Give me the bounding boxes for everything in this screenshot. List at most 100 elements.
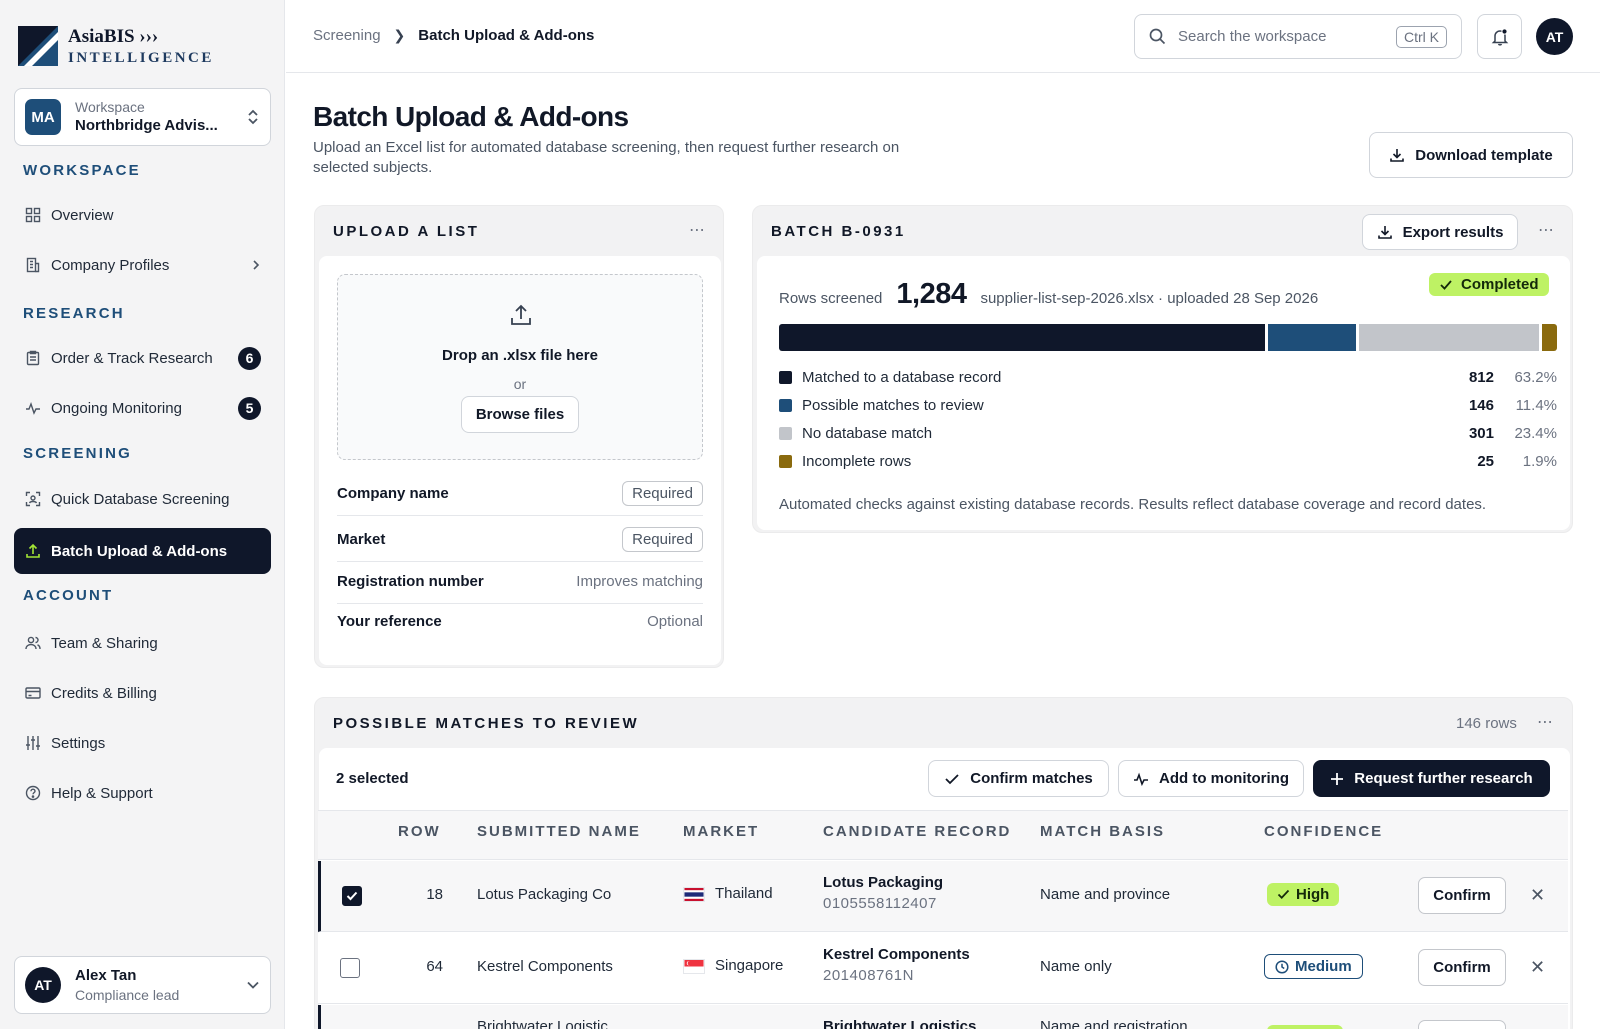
confirm-row-button[interactable]: Confirm — [1418, 877, 1506, 914]
market-cell: Singapore — [683, 957, 783, 974]
legend-label: Matched to a database record — [802, 368, 1002, 386]
confidence-text: High — [1296, 886, 1330, 903]
field-name: Your reference — [337, 612, 442, 630]
search-input[interactable]: Search the workspace Ctrl K — [1134, 14, 1462, 59]
user-role: Compliance lead — [75, 986, 180, 1003]
bar-segment — [1542, 324, 1557, 351]
candidate-record[interactable]: Kestrel Components 201408761N — [823, 946, 970, 984]
sidebar-item-help-support[interactable]: Help & Support — [14, 770, 271, 816]
sidebar-item-company-profiles[interactable]: Company Profiles — [14, 242, 271, 288]
export-results-label: Export results — [1402, 223, 1504, 241]
field-name: Company name — [337, 485, 449, 502]
batch-panel-title: BATCH B-0931 — [771, 223, 906, 240]
bell-icon — [1491, 27, 1508, 46]
field-name: Market — [337, 531, 386, 548]
thailand-flag-icon — [683, 886, 705, 902]
candidate-name: Lotus Packaging — [823, 874, 944, 891]
row-number: 18 — [426, 886, 443, 903]
table-row[interactable]: 64 Kestrel Components Singapore Kestrel … — [318, 933, 1568, 1004]
brand-logo[interactable]: AsiaBIS ››› INTELLIGENCE — [18, 26, 214, 66]
table-row[interactable]: Brightwater Logistic Brightwater Logisti… — [318, 1005, 1568, 1029]
candidate-name: Brightwater Logistics — [823, 1018, 977, 1029]
chevron-updown-icon — [248, 109, 258, 125]
grid-icon — [24, 207, 41, 224]
count-badge: 5 — [238, 396, 261, 420]
sidebar-item-label: Quick Database Screening — [51, 490, 230, 508]
download-template-button[interactable]: Download template — [1369, 132, 1573, 178]
legend-count: 301 — [1468, 424, 1494, 442]
sidebar-item-quick-database-screening[interactable]: Quick Database Screening — [14, 476, 271, 522]
sidebar-item-team-sharing[interactable]: Team & Sharing — [14, 620, 271, 666]
brand-chevrons: ››› — [139, 25, 159, 47]
keyboard-shortcut: Ctrl K — [1396, 25, 1447, 48]
confirm-row-button[interactable] — [1418, 1020, 1506, 1029]
page-subtitle: Upload an Excel list for automated datab… — [313, 139, 900, 176]
workspace-switcher[interactable]: MA Workspace Northbridge Advis... — [14, 88, 271, 146]
download-icon — [1377, 226, 1392, 239]
workspace-avatar: MA — [25, 99, 61, 135]
sidebar-item-ongoing-monitoring[interactable]: Ongoing Monitoring 5 — [14, 385, 271, 431]
confirm-matches-button[interactable]: Confirm matches — [928, 760, 1109, 797]
confidence-badge: High — [1267, 883, 1340, 906]
field-note: Improves matching — [576, 573, 703, 590]
confidence-text: Medium — [1295, 958, 1352, 975]
field-company-name: Company name Required — [337, 472, 703, 516]
row-count: 146 rows — [1456, 715, 1517, 732]
market-name: Singapore — [715, 957, 784, 974]
card-icon — [24, 685, 41, 702]
chevron-down-icon — [247, 981, 259, 989]
sliders-icon — [24, 735, 41, 752]
plus-icon — [1331, 772, 1344, 785]
browse-files-button[interactable]: Browse files — [461, 396, 579, 433]
sidebar-item-credits-billing[interactable]: Credits & Billing — [14, 670, 271, 716]
dismiss-icon[interactable]: ✕ — [1530, 885, 1545, 906]
section-screening: SCREENING — [23, 445, 132, 462]
legend-row: Matched to a database record 812 63.2% — [779, 364, 1557, 390]
row-number: 64 — [426, 958, 443, 975]
bar-segment — [1359, 324, 1540, 351]
sidebar-item-overview[interactable]: Overview — [14, 192, 271, 238]
avatar[interactable]: AT — [1536, 18, 1573, 55]
clock-icon — [1275, 959, 1289, 974]
row-checkbox[interactable] — [340, 958, 360, 978]
clipboard-icon — [24, 350, 41, 367]
export-results-button[interactable]: Export results — [1362, 214, 1518, 250]
section-account: ACCOUNT — [23, 587, 114, 604]
notifications-button[interactable] — [1477, 14, 1522, 59]
sidebar-item-settings[interactable]: Settings — [14, 720, 271, 766]
candidate-record[interactable]: Lotus Packaging 0105558112407 — [823, 874, 943, 912]
section-workspace: WORKSPACE — [23, 162, 141, 179]
column-header-candidate-record: CANDIDATE RECORD — [823, 823, 1012, 840]
download-icon — [1390, 149, 1405, 162]
confirm-row-button[interactable]: Confirm — [1418, 949, 1506, 986]
logo-mark-icon — [18, 26, 58, 66]
breadcrumb-parent[interactable]: Screening — [313, 27, 381, 44]
confirm-row-label: Confirm — [1433, 887, 1491, 904]
more-icon[interactable]: ⋯ — [689, 220, 706, 240]
status-text: Completed — [1461, 276, 1539, 293]
row-checkbox[interactable] — [342, 886, 362, 906]
dismiss-icon[interactable]: ✕ — [1530, 957, 1545, 978]
more-icon[interactable]: ⋯ — [1538, 220, 1555, 240]
more-icon[interactable]: ⋯ — [1537, 712, 1554, 732]
candidate-record[interactable]: Brightwater Logistics — [823, 1018, 976, 1029]
request-further-research-button[interactable]: Request further research — [1313, 760, 1550, 797]
table-row[interactable]: 18 Lotus Packaging Co Thailand Lotus Pac… — [318, 861, 1568, 932]
sidebar-item-label: Credits & Billing — [51, 684, 157, 702]
sidebar-item-label: Ongoing Monitoring — [51, 399, 182, 417]
user-menu[interactable]: AT Alex Tan Compliance lead — [14, 956, 271, 1014]
scan-icon — [24, 491, 41, 508]
sidebar-item-label: Batch Upload & Add-ons — [51, 542, 228, 560]
sidebar-item-batch-upload[interactable]: Batch Upload & Add-ons — [14, 528, 271, 574]
sidebar-item-order-track-research[interactable]: Order & Track Research 6 — [14, 335, 271, 381]
users-icon — [24, 635, 41, 652]
confirm-row-label: Confirm — [1433, 959, 1491, 976]
workspace-name: Northbridge Advis... — [75, 117, 218, 135]
bar-segment — [1268, 324, 1357, 351]
add-to-monitoring-button[interactable]: Add to monitoring — [1118, 760, 1304, 797]
file-dropzone[interactable]: Drop an .xlsx file here or Browse files — [337, 274, 703, 460]
field-market: Market Required — [337, 518, 703, 562]
legend-count: 25 — [1477, 452, 1494, 470]
batch-file-info: supplier-list-sep-2026.xlsx · uploaded 2… — [980, 290, 1319, 307]
column-header-market: MARKET — [683, 823, 760, 840]
